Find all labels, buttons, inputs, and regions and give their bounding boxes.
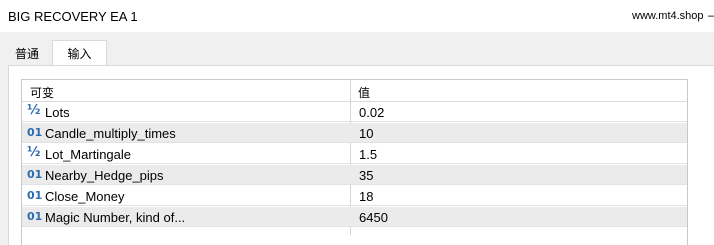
- grid-header: 可变 值: [22, 80, 687, 102]
- param-name: Lot_Martingale: [45, 147, 131, 162]
- tab-common[interactable]: 普通: [6, 41, 48, 66]
- table-row[interactable]: ½ Lot_Martingale 1.5: [22, 144, 687, 164]
- half-icon: ½: [27, 103, 41, 118]
- table-row[interactable]: 01 Nearby_Hedge_pips 35: [22, 165, 687, 185]
- site-label: www.mt4.shop: [632, 10, 704, 22]
- column-header-value[interactable]: 值: [358, 84, 370, 101]
- half-icon: ½: [27, 145, 41, 160]
- title-bar: BIG RECOVERY EA 1 www.mt4.shop –: [0, 0, 714, 32]
- inputs-grid: 可变 值 ½ Lots 0.02 01 Candle_multiply_time…: [21, 79, 688, 245]
- param-value[interactable]: 6450: [359, 210, 388, 225]
- integer-icon: 01: [27, 210, 43, 223]
- table-row[interactable]: ½ Lots 0.02: [22, 102, 687, 122]
- param-name: Lots: [45, 105, 70, 120]
- inputs-panel: 可变 值 ½ Lots 0.02 01 Candle_multiply_time…: [8, 65, 714, 245]
- tab-bar: 普通 输入: [0, 32, 714, 67]
- table-row[interactable]: 01 Candle_multiply_times 10: [22, 123, 687, 143]
- param-name: Close_Money: [45, 189, 125, 204]
- tab-inputs[interactable]: 输入: [52, 40, 107, 67]
- param-name: Candle_multiply_times: [45, 126, 176, 141]
- integer-icon: 01: [27, 126, 43, 139]
- table-row[interactable]: 01 Close_Money 18: [22, 186, 687, 206]
- param-name: Nearby_Hedge_pips: [45, 168, 164, 183]
- integer-icon: 01: [27, 168, 43, 181]
- integer-icon: 01: [27, 189, 43, 202]
- table-row[interactable]: 01 Magic Number, kind of... 6450: [22, 207, 687, 227]
- param-value[interactable]: 35: [359, 168, 373, 183]
- param-value[interactable]: 1.5: [359, 147, 377, 162]
- param-value[interactable]: 10: [359, 126, 373, 141]
- param-name: Magic Number, kind of...: [45, 210, 186, 225]
- param-value[interactable]: 18: [359, 189, 373, 204]
- minimize-button[interactable]: –: [708, 8, 714, 22]
- param-value[interactable]: 0.02: [359, 105, 384, 120]
- column-header-variable[interactable]: 可变: [30, 84, 54, 101]
- window-title: BIG RECOVERY EA 1: [8, 9, 138, 24]
